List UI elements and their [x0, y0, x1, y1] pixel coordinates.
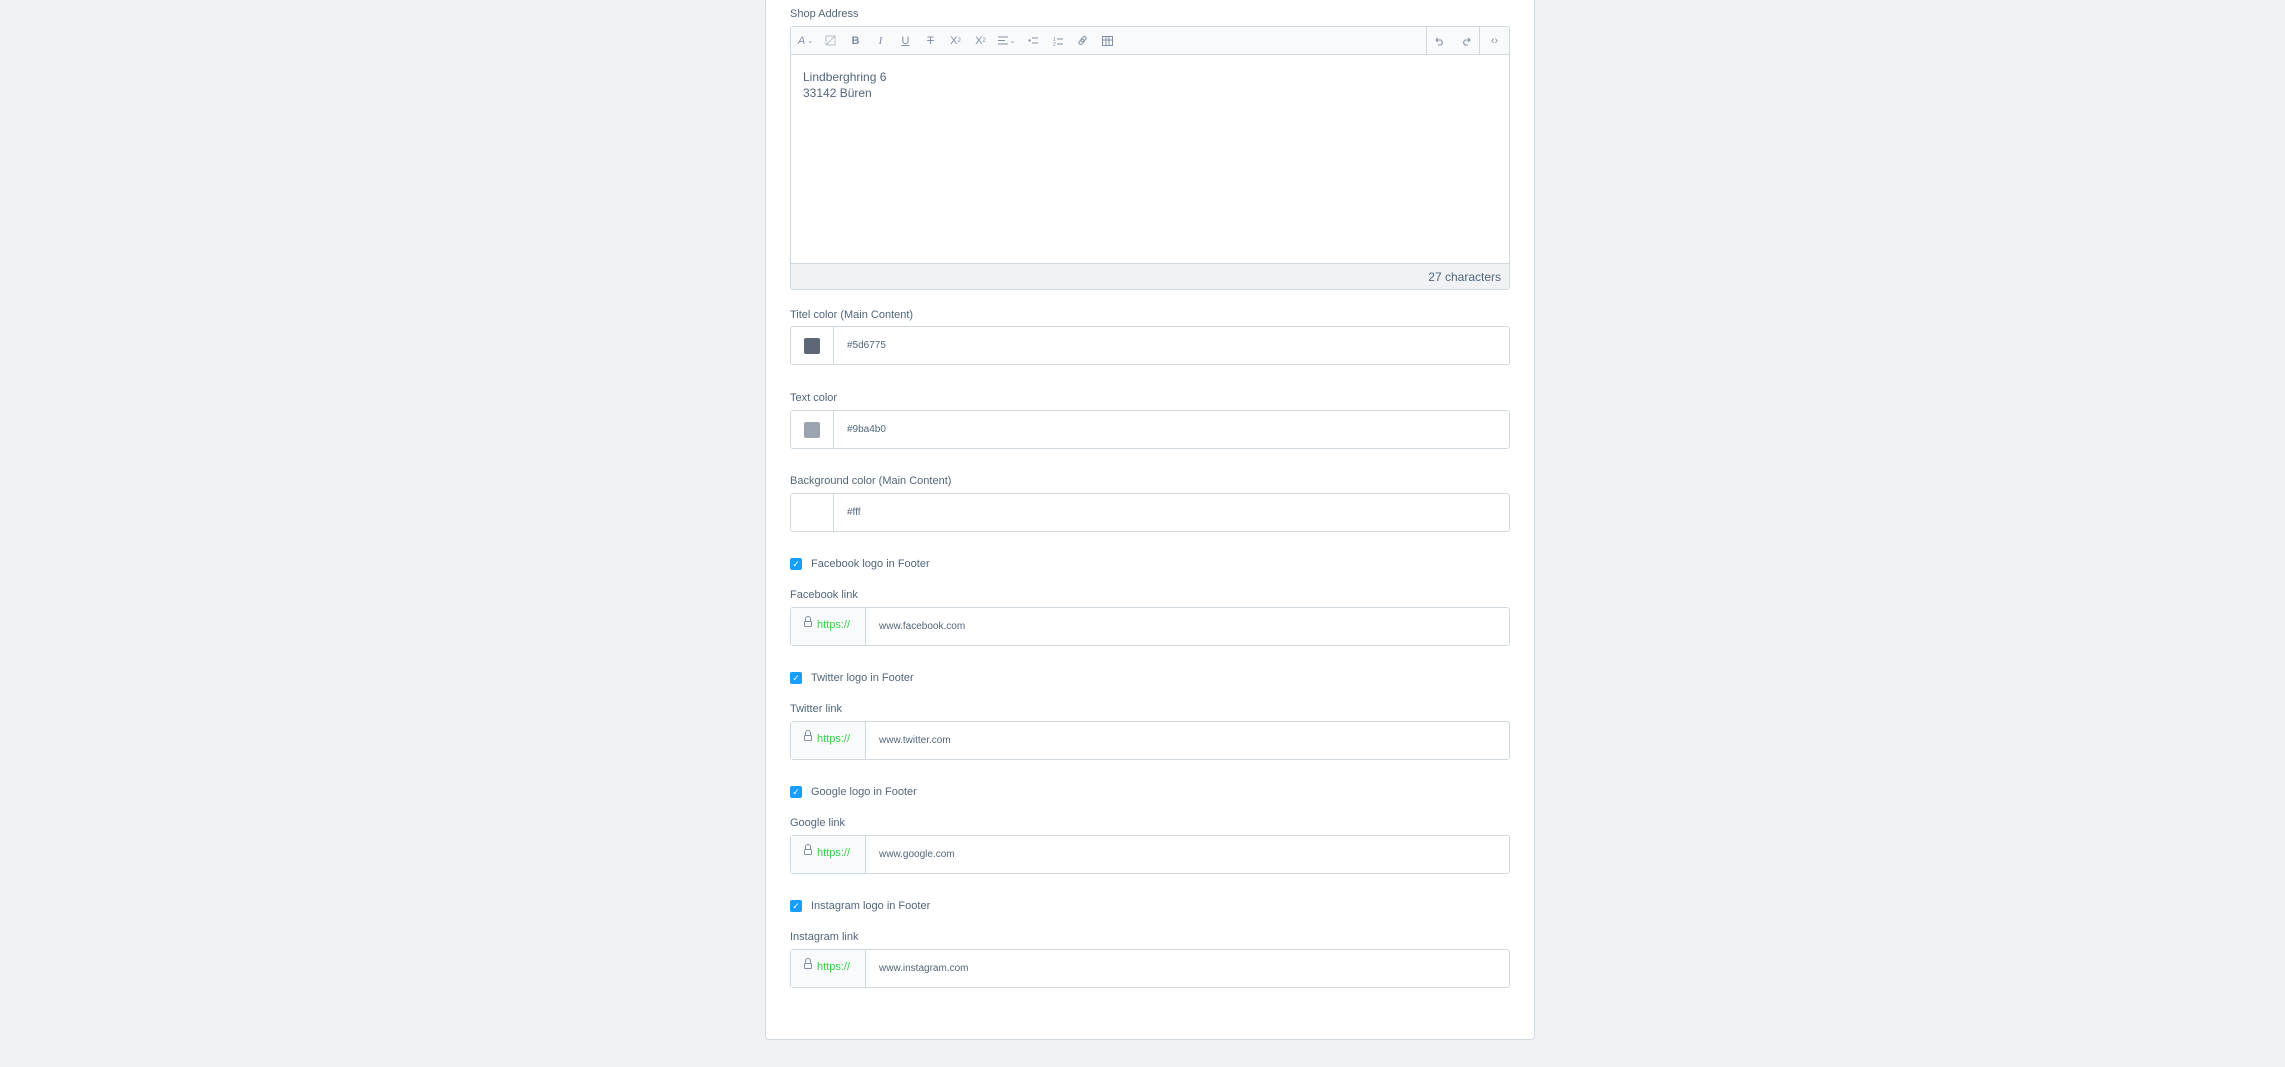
instagram-link-field: https:// www.instagram.com	[790, 949, 1510, 988]
superscript-icon[interactable]: X2	[943, 27, 968, 55]
facebook-link-input[interactable]: www.facebook.com	[866, 608, 1509, 645]
table-icon[interactable]	[1095, 27, 1120, 55]
text-format-icon[interactable]: A ⌄	[793, 27, 818, 55]
redo-icon[interactable]	[1453, 27, 1479, 55]
settings-card: Shop Address A ⌄ B I U T X2 X2 ⌄ 1 2 ‹› …	[765, 0, 1535, 1040]
text-color-input[interactable]: #9ba4b0	[834, 411, 1509, 448]
https-prefix: https://	[817, 961, 851, 973]
lock-icon	[804, 730, 812, 741]
twitter-link-prefix: https://	[791, 722, 866, 759]
https-prefix: https://	[817, 733, 851, 745]
shop-address-editor: A ⌄ B I U T X2 X2 ⌄ 12 ‹› Lindberghring …	[790, 26, 1510, 290]
clear-format-icon[interactable]	[818, 27, 843, 55]
lock-icon	[804, 616, 812, 627]
bullet-list-icon[interactable]	[1020, 27, 1045, 55]
twitter-link-label: Twitter link	[790, 703, 842, 715]
link-icon[interactable]	[1070, 27, 1095, 55]
facebook-link-label: Facebook link	[790, 589, 858, 601]
editor-toolbar: A ⌄ B I U T X2 X2 ⌄ 12 ‹›	[791, 27, 1509, 55]
title-color-label: Titel color (Main Content)	[790, 309, 914, 321]
facebook-logo-checkbox[interactable]: ✓	[790, 558, 802, 570]
title-color-input[interactable]: #5d6775	[834, 327, 1509, 364]
background-color-input[interactable]: #fff	[834, 494, 1509, 531]
lock-icon	[804, 844, 812, 855]
text-color-swatch-button[interactable]	[791, 411, 834, 448]
instagram-logo-checkbox-label: Instagram logo in Footer	[811, 900, 931, 912]
lock-icon	[804, 958, 812, 969]
google-link-input[interactable]: www.google.com	[866, 836, 1509, 873]
instagram-link-prefix: https://	[791, 950, 866, 987]
facebook-link-field: https:// www.facebook.com	[790, 607, 1510, 646]
google-logo-checkbox-label: Google logo in Footer	[811, 786, 917, 798]
undo-icon[interactable]	[1427, 27, 1453, 55]
address-line-2: 33142 Büren	[803, 86, 872, 100]
title-color-swatch-button[interactable]	[791, 327, 834, 364]
instagram-logo-checkbox[interactable]: ✓	[790, 900, 802, 912]
google-link-field: https:// www.google.com	[790, 835, 1510, 874]
google-link-prefix: https://	[791, 836, 866, 873]
background-color-swatch	[804, 504, 820, 521]
twitter-logo-checkbox-label: Twitter logo in Footer	[811, 672, 914, 684]
text-color-field: #9ba4b0	[790, 410, 1510, 449]
https-prefix: https://	[817, 619, 851, 631]
shop-address-textarea[interactable]: Lindberghring 6 33142 Büren	[791, 55, 1509, 263]
https-prefix: https://	[817, 847, 851, 859]
google-logo-checkbox[interactable]: ✓	[790, 786, 802, 798]
editor-toolbar-right: ‹›	[1426, 27, 1509, 55]
background-color-swatch-button[interactable]	[791, 494, 834, 531]
character-count: 27 characters	[791, 263, 1509, 289]
twitter-logo-checkbox-row[interactable]: ✓ Twitter logo in Footer	[790, 670, 914, 686]
instagram-link-label: Instagram link	[790, 931, 859, 943]
subscript-icon[interactable]: X2	[968, 27, 993, 55]
italic-icon[interactable]: I	[868, 27, 893, 55]
google-logo-checkbox-row[interactable]: ✓ Google logo in Footer	[790, 784, 917, 800]
text-color-label: Text color	[790, 392, 838, 404]
facebook-logo-checkbox-row[interactable]: ✓ Facebook logo in Footer	[790, 556, 930, 572]
instagram-link-input[interactable]: www.instagram.com	[866, 950, 1509, 987]
twitter-link-input[interactable]: www.twitter.com	[866, 722, 1509, 759]
numbered-list-icon[interactable]: 12	[1045, 27, 1070, 55]
facebook-link-prefix: https://	[791, 608, 866, 645]
underline-icon[interactable]: U	[893, 27, 918, 55]
facebook-logo-checkbox-label: Facebook logo in Footer	[811, 558, 930, 570]
strikethrough-icon[interactable]: T	[918, 27, 943, 55]
google-link-label: Google link	[790, 817, 846, 829]
title-color-field: #5d6775	[790, 326, 1510, 365]
align-icon[interactable]: ⌄	[993, 27, 1020, 55]
address-line-1: Lindberghring 6	[803, 70, 887, 84]
svg-text:2: 2	[1053, 42, 1056, 46]
twitter-logo-checkbox[interactable]: ✓	[790, 672, 802, 684]
text-color-swatch	[804, 421, 820, 438]
twitter-link-field: https:// www.twitter.com	[790, 721, 1510, 760]
instagram-logo-checkbox-row[interactable]: ✓ Instagram logo in Footer	[790, 898, 930, 914]
title-color-swatch	[804, 337, 820, 354]
shop-address-label: Shop Address	[790, 8, 859, 20]
background-color-field: #fff	[790, 493, 1510, 532]
bold-icon[interactable]: B	[843, 27, 868, 55]
background-color-label: Background color (Main Content)	[790, 475, 952, 487]
code-view-icon[interactable]: ‹›	[1479, 27, 1509, 55]
